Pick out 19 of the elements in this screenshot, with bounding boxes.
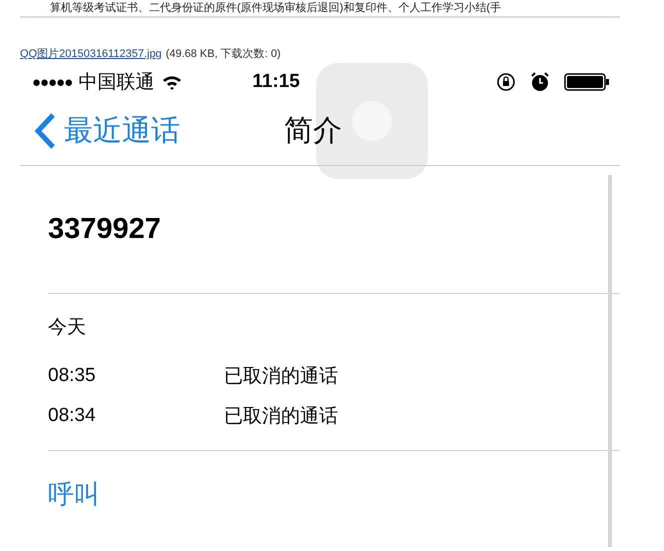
rotation-lock-icon [496,72,516,92]
call-status: 已取消的通话 [224,405,338,429]
wifi-icon [162,74,182,90]
post-text: 算机等级考试证书、二代身份证的原件(原件现场审核后退回)和复印件、个人工作学习小结(手 [50,1,501,15]
date-label: 今天 [48,316,87,340]
battery-icon [564,72,610,92]
attachment-info: (49.68 KB, 下载次数: 0) [166,47,281,61]
call-status: 已取消的通话 [224,365,338,389]
alarm-icon [530,72,550,92]
call-time: 08:35 [48,365,97,387]
carrier-name: 中国联通 [78,71,154,95]
call-button[interactable]: 呼叫 [48,477,100,512]
back-button[interactable]: 最近通话 [34,111,284,151]
clock-time: 11:15 [252,71,301,93]
signal-dots: ●●●●● [32,74,72,90]
call-time: 08:34 [48,405,97,427]
attachment-link[interactable]: QQ图片20150316112357.jpg [20,46,162,61]
chevron-left-icon [34,112,56,150]
page-title: 简介 [284,114,342,149]
